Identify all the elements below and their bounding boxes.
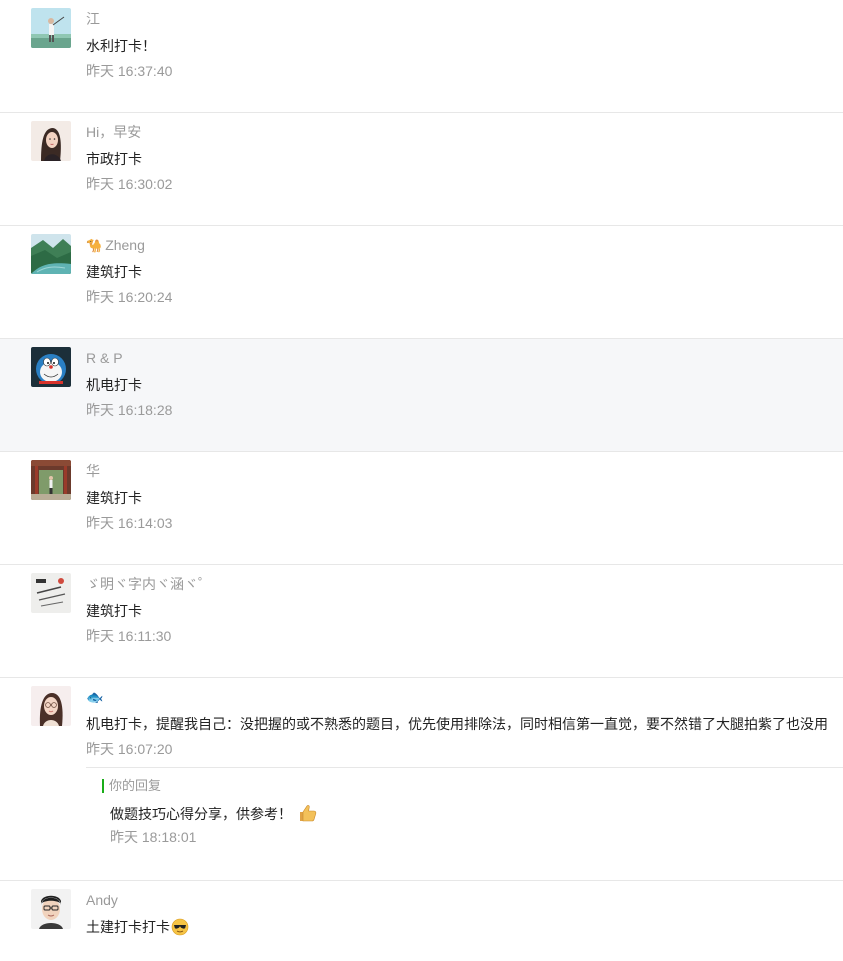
- comment-time: 昨天 16:14:03: [86, 515, 173, 531]
- comment-text: 市政打卡: [86, 151, 142, 167]
- comment-nickname-text: Zheng: [105, 237, 145, 253]
- landscape-river-avatar[interactable]: [31, 234, 71, 274]
- comment-nickname: Andy: [86, 892, 118, 908]
- comment-item: R & P 机电打卡 昨天 16:18:28: [0, 339, 843, 452]
- comment-text: 机电打卡，提醒我自己：没把握的或不熟悉的题目，优先使用排除法，同时相信第一直觉，…: [86, 716, 828, 732]
- stationery-avatar[interactable]: [31, 573, 71, 613]
- comment-text: 建筑打卡: [86, 603, 142, 619]
- comment-nickname: Hi，早安: [86, 124, 142, 140]
- comment-time: 昨天 16:07:20: [86, 741, 173, 757]
- comment-time: 昨天 16:18:28: [86, 402, 173, 418]
- comment-time: 昨天 16:20:24: [86, 289, 173, 305]
- reply-text-row: 做题技巧心得分享，供参考！: [110, 803, 318, 824]
- comment-text: 建筑打卡: [86, 490, 142, 506]
- man-glasses-avatar[interactable]: [31, 889, 71, 929]
- comment-nickname: R & P: [86, 350, 123, 366]
- comment-time: 昨天 16:30:02: [86, 176, 173, 192]
- comment-nickname: 江: [86, 11, 100, 27]
- comment-item: 华 建筑打卡 昨天 16:14:03: [0, 452, 843, 565]
- comment-text: 土建打卡打卡: [86, 919, 170, 935]
- comment-text: 水利打卡！: [86, 38, 156, 54]
- comment-nickname: 🐪 Zheng: [86, 236, 145, 255]
- reply-time: 昨天 18:18:01: [110, 829, 197, 845]
- comment-item: 🐟 机电打卡，提醒我自己：没把握的或不熟悉的题目，优先使用排除法，同时相信第一直…: [0, 678, 843, 881]
- reply-text: 做题技巧心得分享，供参考！: [110, 806, 292, 822]
- golfer-avatar[interactable]: [31, 8, 71, 48]
- comment-nickname: ゞ明ヾ字内ヾ涵ヾ゜: [86, 576, 212, 592]
- comment-text: 机电打卡: [86, 377, 142, 393]
- comment-item: Hi，早安 市政打卡 昨天 16:30:02: [0, 113, 843, 226]
- reply-label: 你的回复: [102, 778, 161, 794]
- comment-time: 昨天 16:37:40: [86, 63, 173, 79]
- comment-item: ゞ明ヾ字内ヾ涵ヾ゜ 建筑打卡 昨天 16:11:30: [0, 565, 843, 678]
- comment-text: 建筑打卡: [86, 264, 142, 280]
- comment-nickname: 华: [86, 463, 100, 479]
- glasses-woman-avatar[interactable]: [31, 686, 71, 726]
- author-reply: 你的回复 做题技巧心得分享，供参考！ 昨天 18:18:01: [86, 767, 843, 868]
- camel-icon: 🐪: [86, 238, 103, 253]
- comment-list: 江 水利打卡！ 昨天 16:37:40 Hi，早安 市政打卡 昨天 16:30:…: [0, 0, 843, 961]
- comment-item: 江 水利打卡！ 昨天 16:37:40: [0, 0, 843, 113]
- comment-item: 🐪 Zheng 建筑打卡 昨天 16:20:24: [0, 226, 843, 339]
- cartoon-cat-avatar[interactable]: [31, 347, 71, 387]
- comment-text-row: 土建打卡打卡: [86, 918, 189, 936]
- thumbs-up-icon: [298, 803, 318, 823]
- comment-nickname: 🐟: [86, 689, 104, 705]
- comment-time: 昨天 16:11:30: [86, 628, 172, 644]
- garden-corridor-avatar[interactable]: [31, 460, 71, 500]
- woman-portrait-avatar[interactable]: [31, 121, 71, 161]
- comment-item: Andy 土建打卡打卡: [0, 881, 843, 961]
- sunglasses-face-icon: [171, 918, 189, 936]
